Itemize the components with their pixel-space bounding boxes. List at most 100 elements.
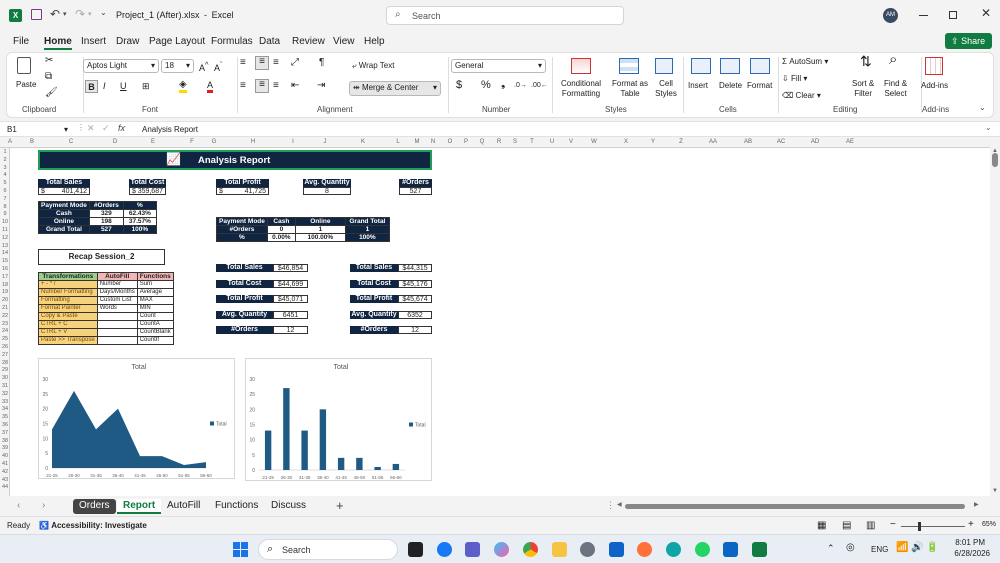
number-format-select[interactable]: General ▾	[451, 59, 546, 73]
sheet-tab-discuss[interactable]: Discuss	[265, 499, 312, 514]
name-box[interactable]: B1 ▾	[3, 124, 71, 136]
tab-formulas[interactable]: Formulas	[211, 36, 253, 47]
table-cell[interactable]	[96, 320, 138, 329]
sheet-tab-orders[interactable]: Orders	[73, 499, 116, 514]
table-header[interactable]: Transformations	[38, 272, 98, 281]
table-cell[interactable]: Online	[38, 217, 90, 226]
format-cells-button[interactable]: Format	[747, 81, 772, 91]
cut-icon[interactable]: ✂	[45, 56, 53, 66]
bar-36-40[interactable]	[319, 409, 327, 470]
area-series-total[interactable]	[52, 390, 206, 468]
settings-icon[interactable]	[580, 542, 595, 557]
row-header[interactable]: 15	[0, 258, 10, 264]
h-scroll-thumb[interactable]	[625, 504, 965, 509]
row-header[interactable]: 36	[0, 422, 10, 428]
tabs-options-icon[interactable]: ⋮	[606, 500, 615, 511]
column-header[interactable]: K	[352, 139, 374, 145]
table-cell[interactable]: Cash	[38, 209, 90, 218]
kpi-label[interactable]: Total Profit	[216, 295, 273, 303]
clock-date[interactable]: 6/28/2026	[948, 549, 990, 558]
worksheet-grid[interactable]: 📈 Analysis Report Total Sales $401,412 Tot…	[10, 148, 990, 496]
column-header[interactable]: AE	[839, 139, 861, 145]
row-header[interactable]: 20	[0, 297, 10, 303]
bold-icon[interactable]: B	[85, 80, 98, 93]
save-icon[interactable]	[31, 9, 42, 20]
kpi-value[interactable]: $45,176	[398, 280, 432, 288]
table-header[interactable]: Grand Total	[344, 217, 390, 226]
table-cell[interactable]: Days/Months	[96, 288, 138, 297]
firefox-icon[interactable]	[637, 542, 652, 557]
tab-view[interactable]: View	[333, 36, 355, 47]
align-bottom-icon[interactable]: ≡	[273, 58, 279, 68]
comma-icon[interactable]: ❟	[501, 79, 505, 90]
kpi-label[interactable]: Total Profit	[216, 179, 269, 187]
add-sheet-icon[interactable]: +	[336, 498, 344, 513]
column-header[interactable]: W	[583, 139, 605, 145]
table-cell[interactable]: %	[216, 233, 268, 242]
kpi-value-cell[interactable]: 527	[399, 187, 432, 195]
column-header[interactable]: D	[104, 139, 126, 145]
font-color-icon[interactable]: A	[207, 80, 214, 93]
decrease-indent-icon[interactable]: ⇤	[291, 81, 299, 91]
tab-help[interactable]: Help	[364, 36, 385, 47]
row-header[interactable]: 11	[0, 227, 10, 233]
add-ins-button[interactable]: Add-ins	[921, 81, 948, 91]
row-header[interactable]: 1	[0, 149, 10, 155]
table-header[interactable]: #Orders	[88, 201, 124, 210]
align-top-icon[interactable]: ≡	[240, 58, 246, 68]
table-header[interactable]: Functions	[136, 272, 174, 281]
paste-button[interactable]: Paste	[16, 80, 36, 90]
cancel-edit-icon[interactable]: ✕	[87, 123, 95, 134]
row-header[interactable]: 41	[0, 461, 10, 467]
kpi-value[interactable]: $44,315	[398, 264, 432, 272]
font-name-select[interactable]: Aptos Light ▾	[83, 59, 159, 73]
row-header[interactable]: 3	[0, 165, 10, 171]
table-cell[interactable]: Count	[136, 312, 174, 321]
column-header[interactable]: C	[60, 139, 82, 145]
row-header[interactable]: 24	[0, 328, 10, 334]
tab-file[interactable]: File	[13, 36, 29, 47]
row-header[interactable]: 29	[0, 367, 10, 373]
format-as-table-button[interactable]: Format as Table	[609, 79, 651, 99]
conditional-formatting-button[interactable]: Conditional Formatting	[555, 79, 607, 99]
row-header[interactable]: 5	[0, 180, 10, 186]
table-cell[interactable]: Custom List	[96, 296, 138, 305]
page-layout-view-icon[interactable]: ▤	[842, 520, 851, 531]
bar-41-45[interactable]	[337, 457, 345, 470]
rtl-icon[interactable]: ¶	[319, 58, 324, 68]
kpi-label[interactable]: Total Sales	[216, 264, 273, 272]
table-cell[interactable]: 0	[266, 225, 296, 234]
column-header[interactable]: Y	[642, 139, 664, 145]
kpi-label[interactable]: #Orders	[399, 179, 432, 187]
scroll-thumb[interactable]	[992, 153, 998, 167]
area-chart[interactable]: Total 0 5 10 15 20 25 30 21-25 26-30 31-35 36-40 41-…	[38, 358, 235, 479]
column-header[interactable]: AB	[737, 139, 759, 145]
column-header[interactable]: AD	[804, 139, 826, 145]
linkedin-icon[interactable]	[723, 542, 738, 557]
kpi-value-cell[interactable]: 8	[303, 187, 351, 195]
bar-31-35[interactable]	[301, 430, 308, 470]
column-header[interactable]: G	[203, 139, 225, 145]
table-cell[interactable]: 62.43%	[122, 209, 157, 218]
italic-icon[interactable]: I	[103, 81, 106, 91]
edge-icon[interactable]	[666, 542, 681, 557]
row-header[interactable]: 33	[0, 399, 10, 405]
row-header[interactable]: 35	[0, 414, 10, 420]
kpi-value[interactable]: $45,071	[273, 295, 308, 303]
row-header[interactable]: 34	[0, 406, 10, 412]
find-select-button[interactable]: Find & Select	[884, 79, 907, 99]
table-cell[interactable]: MIN	[136, 304, 174, 313]
table-header[interactable]: Cash	[266, 217, 296, 226]
table-cell[interactable]: Number Formatting	[38, 288, 98, 297]
row-header[interactable]: 21	[0, 305, 10, 311]
zoom-out-icon[interactable]: −	[890, 519, 896, 530]
row-header[interactable]: 2	[0, 157, 10, 163]
underline-icon[interactable]: U	[120, 81, 127, 91]
table-cell[interactable]: Copy & Paste	[38, 312, 98, 321]
table-cell[interactable]: + - * /	[38, 280, 98, 289]
font-size-select[interactable]: 18 ▾	[161, 59, 194, 73]
table-cell[interactable]: MAX	[136, 296, 174, 305]
taskbar-search[interactable]: ⌕ Search	[258, 539, 398, 560]
kpi-value[interactable]: 12	[398, 326, 432, 334]
zoom-level[interactable]: 65%	[982, 521, 996, 528]
